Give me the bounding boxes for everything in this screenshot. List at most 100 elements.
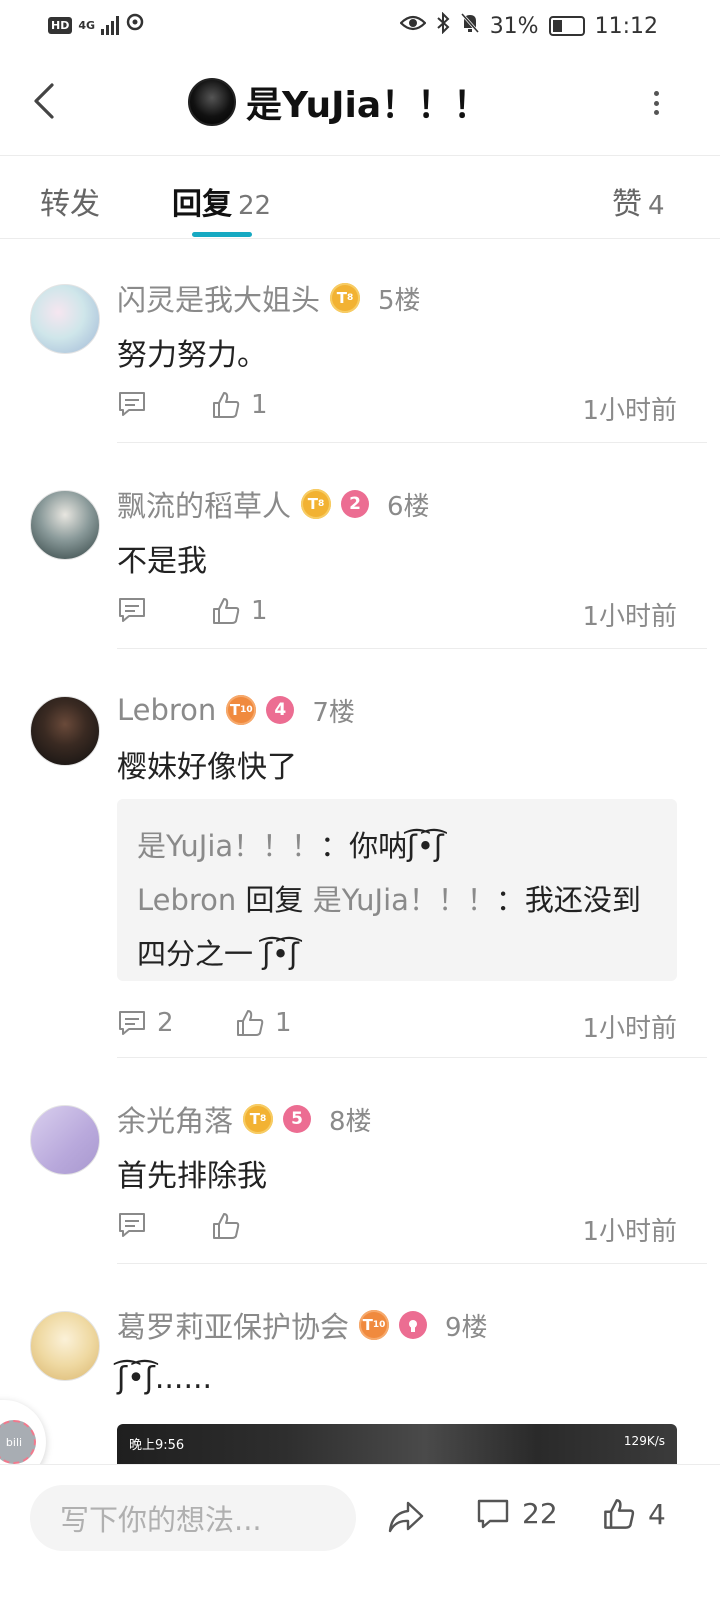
thumbs-up-icon bbox=[213, 1213, 240, 1239]
fan-badge: 2 bbox=[341, 490, 370, 518]
tab-label: 转发 bbox=[40, 187, 100, 222]
username[interactable]: 飘流的稻草人 bbox=[117, 483, 291, 525]
comment-actions: 2 1 1小时前 bbox=[117, 1004, 677, 1044]
avatar[interactable] bbox=[30, 696, 100, 766]
thumbs-up-icon bbox=[237, 1010, 264, 1036]
avatar[interactable] bbox=[30, 284, 100, 354]
battery-percent: 31% bbox=[489, 13, 539, 39]
like-count: 1 bbox=[275, 1008, 292, 1038]
sub-reply-connector: 回复 bbox=[236, 883, 313, 917]
timestamp: 1小时前 bbox=[582, 1014, 677, 1044]
tab-count: 4 bbox=[648, 191, 665, 221]
comment-text: ʃ͡•͡ʃ...... bbox=[117, 1361, 213, 1396]
status-right: 31% 11:12 bbox=[399, 11, 658, 40]
network-type: 4G bbox=[78, 18, 96, 32]
comment-actions: 1 1小时前 bbox=[117, 592, 677, 632]
bottom-bar: 写下你的想法... 22 4 bbox=[0, 1464, 720, 1600]
tab-label: 回复 bbox=[172, 187, 232, 222]
reply-button[interactable]: 2 bbox=[117, 1008, 174, 1038]
comment-meta: 余光角落 T8 5 8楼 bbox=[117, 1099, 372, 1139]
bluetooth-icon bbox=[436, 11, 450, 40]
avatar[interactable] bbox=[30, 1105, 100, 1175]
like-button[interactable]: 1 bbox=[211, 596, 268, 626]
status-left: HD 4G bbox=[48, 12, 145, 38]
comment-meta: 飘流的稻草人 T8 2 6楼 bbox=[117, 484, 430, 524]
username[interactable]: 闪灵是我大姐头 bbox=[117, 277, 320, 319]
signal-icon bbox=[101, 15, 120, 35]
timestamp: 1小时前 bbox=[582, 602, 677, 632]
more-options-button[interactable] bbox=[646, 88, 666, 118]
like-button[interactable]: 1 bbox=[235, 1008, 292, 1038]
username[interactable]: 余光角落 bbox=[117, 1098, 233, 1140]
floor-number: 6楼 bbox=[387, 491, 430, 522]
share-icon bbox=[388, 1501, 424, 1533]
reply-button[interactable] bbox=[117, 596, 157, 624]
tab-forward[interactable]: 转发 bbox=[40, 179, 100, 223]
comment-item: 飘流的稻草人 T8 2 6楼 不是我 1 1小时前 bbox=[0, 484, 720, 649]
username[interactable]: 葛罗莉亚保护协会 bbox=[117, 1304, 349, 1346]
divider bbox=[117, 1263, 707, 1264]
level-value: 8 bbox=[260, 1114, 267, 1124]
comment-image[interactable]: 晚上9:56 129K/s bbox=[117, 1424, 677, 1464]
reply-button[interactable] bbox=[117, 1211, 157, 1239]
status-bar: HD 4G 31% 11:12 bbox=[0, 0, 720, 48]
comment-item: Lebron T 10 4 7楼 樱妹好像快了 是YuJia！！！：你呐ʃ͡•͡ʃ… bbox=[0, 690, 720, 1058]
fan-badge: 5 bbox=[283, 1105, 312, 1133]
sub-reply-author[interactable]: 是YuJia！！！ bbox=[137, 829, 320, 863]
image-overlay-time: 晚上9:56 bbox=[129, 1438, 185, 1453]
like-button[interactable]: 1 bbox=[211, 390, 268, 420]
level-value: 10 bbox=[240, 705, 253, 715]
comment-meta: 葛罗莉亚保护协会 T 10 9楼 bbox=[117, 1305, 488, 1345]
comment-icon bbox=[119, 598, 145, 622]
avatar[interactable] bbox=[30, 1311, 100, 1381]
sub-reply-text: ：你呐ʃ͡•͡ʃ bbox=[320, 829, 444, 863]
hotspot-icon bbox=[125, 12, 145, 38]
tab-replies[interactable]: 回复 22 bbox=[172, 179, 271, 223]
comment-item: 葛罗莉亚保护协会 T 10 9楼 ʃ͡•͡ʃ...... bbox=[0, 1305, 720, 1425]
sub-reply[interactable]: Lebron 回复 是YuJia！！！：我还没到四分之一 ʃ͡•͡ʃ bbox=[137, 873, 657, 981]
back-button[interactable] bbox=[24, 78, 64, 124]
hd-icon: HD bbox=[48, 16, 73, 34]
level-value: 10 bbox=[372, 1320, 386, 1330]
level-badge: T8 bbox=[301, 489, 332, 519]
avatar[interactable] bbox=[188, 78, 236, 126]
comment-icon bbox=[119, 1011, 145, 1035]
header-user[interactable]: 是YuJia！！！ bbox=[188, 76, 489, 128]
tab-count: 22 bbox=[238, 191, 272, 221]
reply-button[interactable] bbox=[117, 390, 157, 418]
comment-text: 樱妹好像快了 bbox=[117, 750, 297, 785]
comment-text: 努力努力。 bbox=[117, 338, 267, 373]
thumbs-up-icon bbox=[604, 1499, 635, 1529]
header: 是YuJia！！！ bbox=[0, 48, 720, 156]
bilibili-icon: bili bbox=[0, 1420, 36, 1464]
bottom-like-button[interactable]: 4 bbox=[602, 1497, 666, 1531]
sub-reply-author[interactable]: Lebron bbox=[137, 883, 236, 917]
timestamp: 1小时前 bbox=[582, 1217, 677, 1247]
floor-number: 9楼 bbox=[445, 1312, 488, 1343]
avatar[interactable] bbox=[30, 490, 100, 560]
floor-number: 8楼 bbox=[329, 1106, 372, 1137]
comment-item: 余光角落 T8 5 8楼 首先排除我 1小时前 bbox=[0, 1099, 720, 1264]
image-overlay-speed: 129K/s bbox=[623, 1434, 665, 1448]
comments-count-button[interactable]: 22 bbox=[476, 1497, 558, 1530]
share-button[interactable] bbox=[386, 1499, 426, 1539]
battery-icon bbox=[548, 16, 585, 36]
sub-replies[interactable]: 是YuJia！！！：你呐ʃ͡•͡ʃ Lebron 回复 是YuJia！！！：我还… bbox=[117, 799, 677, 981]
level-badge: T 10 bbox=[226, 695, 257, 725]
level-badge: T 10 bbox=[359, 1310, 390, 1340]
comment-actions: 1 1小时前 bbox=[117, 386, 677, 426]
eye-icon bbox=[399, 13, 427, 39]
mute-bell-icon bbox=[460, 12, 480, 40]
comment-icon bbox=[119, 392, 145, 416]
divider bbox=[117, 648, 707, 649]
clock: 11:12 bbox=[594, 13, 658, 39]
sub-reply-target[interactable]: 是YuJia！！！ bbox=[313, 883, 496, 917]
username[interactable]: Lebron bbox=[117, 693, 216, 727]
tab-bar: 转发 回复 22 赞 4 bbox=[0, 157, 720, 239]
comment-input[interactable]: 写下你的想法... bbox=[30, 1485, 356, 1551]
like-button[interactable] bbox=[211, 1211, 251, 1241]
tab-likes[interactable]: 赞 4 bbox=[612, 179, 665, 223]
sub-reply[interactable]: 是YuJia！！！：你呐ʃ͡•͡ʃ bbox=[137, 819, 657, 873]
comment-text: 不是我 bbox=[117, 544, 207, 579]
thumbs-up-icon bbox=[213, 598, 240, 624]
